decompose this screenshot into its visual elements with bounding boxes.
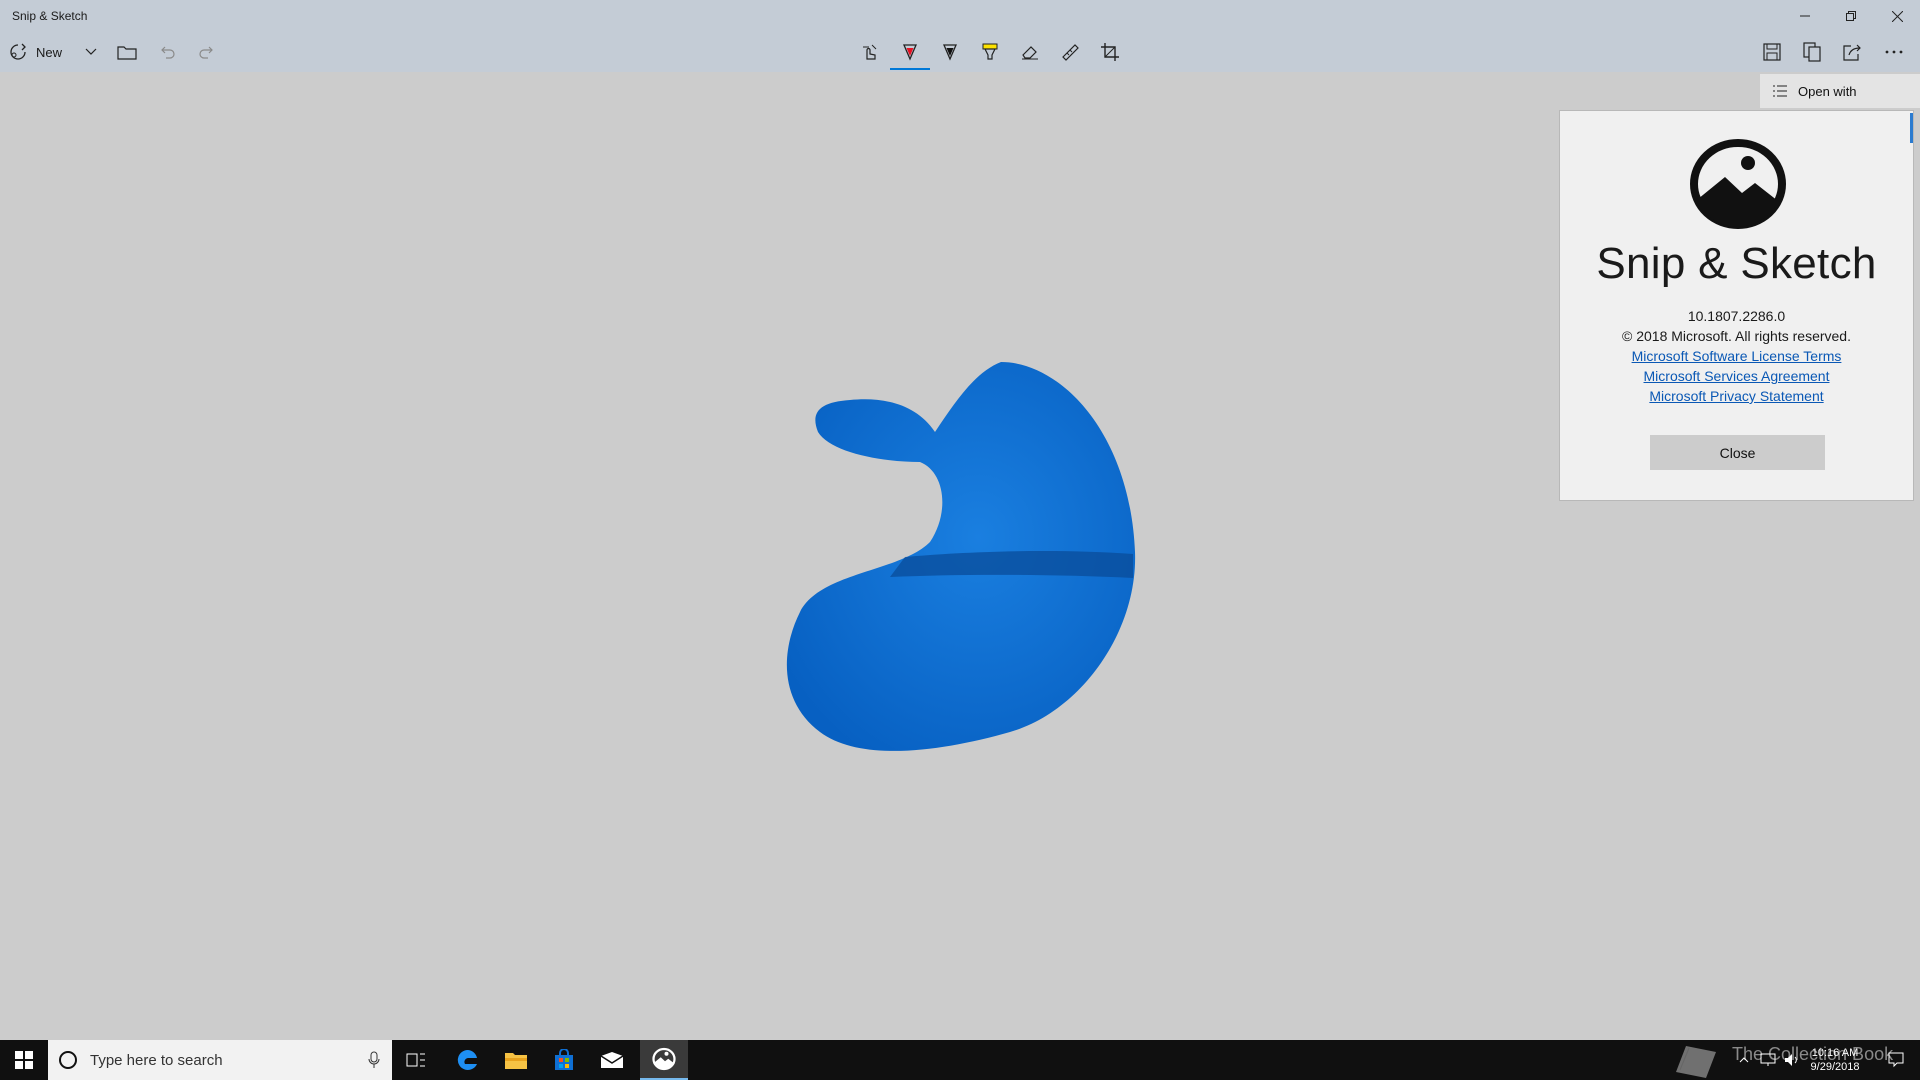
tray-chevron-up[interactable]	[1734, 1040, 1754, 1080]
undo-icon	[161, 46, 175, 59]
eraser-button[interactable]	[1015, 32, 1045, 72]
taskbar-file-explorer[interactable]	[494, 1040, 538, 1080]
eraser-icon	[1022, 46, 1038, 60]
search-placeholder: Type here to search	[90, 1051, 223, 1069]
window-controls	[1782, 0, 1920, 32]
new-label: New	[36, 44, 63, 60]
open-folder-icon	[117, 46, 137, 60]
redo-icon	[199, 46, 213, 59]
see-more-button[interactable]	[1877, 32, 1911, 72]
file-explorer-icon	[505, 1053, 527, 1069]
highlighter-button[interactable]	[975, 32, 1005, 72]
ruler-button[interactable]	[1055, 32, 1085, 72]
minimize-button[interactable]	[1782, 0, 1828, 32]
save-button[interactable]	[1757, 32, 1787, 72]
pencil-icon	[943, 44, 957, 61]
windows-logo-icon	[15, 1051, 33, 1069]
taskbar-store[interactable]	[542, 1040, 586, 1080]
new-snip-icon	[10, 43, 26, 60]
ballpoint-pen-icon	[903, 44, 917, 61]
task-view-button[interactable]	[396, 1040, 436, 1080]
tray-network[interactable]	[1756, 1040, 1780, 1080]
cortana-circle-icon	[59, 1051, 77, 1069]
taskbar-edge[interactable]	[446, 1040, 490, 1080]
license-terms-link[interactable]: Microsoft Software License Terms	[1632, 348, 1842, 364]
active-tool-indicator	[890, 68, 930, 70]
about-app-name: Snip & Sketch	[1596, 239, 1877, 288]
notification-icon	[1888, 1052, 1904, 1068]
new-snip-button[interactable]: New	[8, 32, 72, 72]
mail-icon	[600, 1052, 624, 1068]
open-with-menu-item[interactable]: Open with	[1760, 74, 1920, 108]
about-copyright: © 2018 Microsoft. All rights reserved.	[1622, 328, 1851, 344]
copy-icon	[1803, 42, 1821, 62]
task-view-icon	[406, 1053, 425, 1067]
new-snip-dropdown[interactable]	[80, 32, 102, 72]
crop-button[interactable]	[1095, 32, 1125, 72]
about-dialog: Snip & Sketch 10.1807.2286.0 © 2018 Micr…	[1559, 110, 1914, 501]
taskbar-search-box[interactable]: Type here to search	[48, 1040, 392, 1080]
open-with-icon	[1773, 85, 1787, 97]
clock-date: 9/29/2018	[1810, 1061, 1860, 1073]
open-file-button[interactable]	[112, 32, 142, 72]
taskbar-snip-sketch[interactable]	[640, 1040, 688, 1080]
restore-icon	[1846, 11, 1856, 21]
scroll-indicator	[1910, 113, 1913, 143]
window-title: Snip & Sketch	[12, 9, 88, 23]
share-icon	[1843, 44, 1861, 61]
chevron-down-icon	[85, 48, 97, 55]
share-button[interactable]	[1837, 32, 1867, 72]
services-agreement-link[interactable]: Microsoft Services Agreement	[1644, 368, 1830, 384]
clock-time: 10:16 AM	[1811, 1047, 1859, 1059]
more-icon	[1885, 50, 1903, 54]
snip-sketch-logo-icon	[1690, 139, 1786, 229]
ballpoint-pen-button[interactable]	[895, 32, 925, 72]
store-icon	[555, 1049, 573, 1070]
taskbar-mail[interactable]	[590, 1040, 634, 1080]
crop-icon	[1101, 43, 1119, 61]
touch-writing-icon	[863, 44, 877, 60]
highlighter-icon	[982, 43, 998, 60]
redo-button[interactable]	[192, 32, 222, 72]
ruler-icon	[1062, 44, 1079, 61]
close-icon	[1891, 10, 1903, 22]
close-window-button[interactable]	[1874, 0, 1920, 32]
about-close-button[interactable]: Close	[1650, 435, 1825, 470]
undo-button[interactable]	[152, 32, 182, 72]
watermark-book-icon	[1676, 1046, 1716, 1078]
volume-icon	[1785, 1054, 1797, 1066]
edge-icon	[457, 1049, 477, 1070]
taskbar-clock[interactable]: 10:16 AM 9/29/2018	[1800, 1040, 1870, 1080]
open-with-label: Open with	[1798, 83, 1857, 99]
minimize-icon	[1800, 15, 1810, 17]
microphone-icon[interactable]	[368, 1051, 380, 1069]
privacy-statement-link[interactable]: Microsoft Privacy Statement	[1649, 388, 1823, 404]
network-icon	[1760, 1053, 1776, 1066]
restore-button[interactable]	[1828, 0, 1874, 32]
copy-button[interactable]	[1797, 32, 1827, 72]
start-button[interactable]	[0, 1040, 48, 1080]
about-version: 10.1807.2286.0	[1687, 308, 1786, 324]
snip-sketch-taskbar-icon	[652, 1047, 676, 1071]
chevron-up-icon	[1739, 1057, 1749, 1063]
save-icon	[1763, 43, 1781, 61]
touch-writing-button[interactable]	[855, 32, 885, 72]
toolbar: New	[0, 32, 1920, 72]
title-bar: Snip & Sketch	[0, 0, 1920, 32]
action-center-button[interactable]	[1876, 1040, 1916, 1080]
taskbar: Type here to search The Collection Book …	[0, 1040, 1920, 1080]
pencil-button[interactable]	[935, 32, 965, 72]
